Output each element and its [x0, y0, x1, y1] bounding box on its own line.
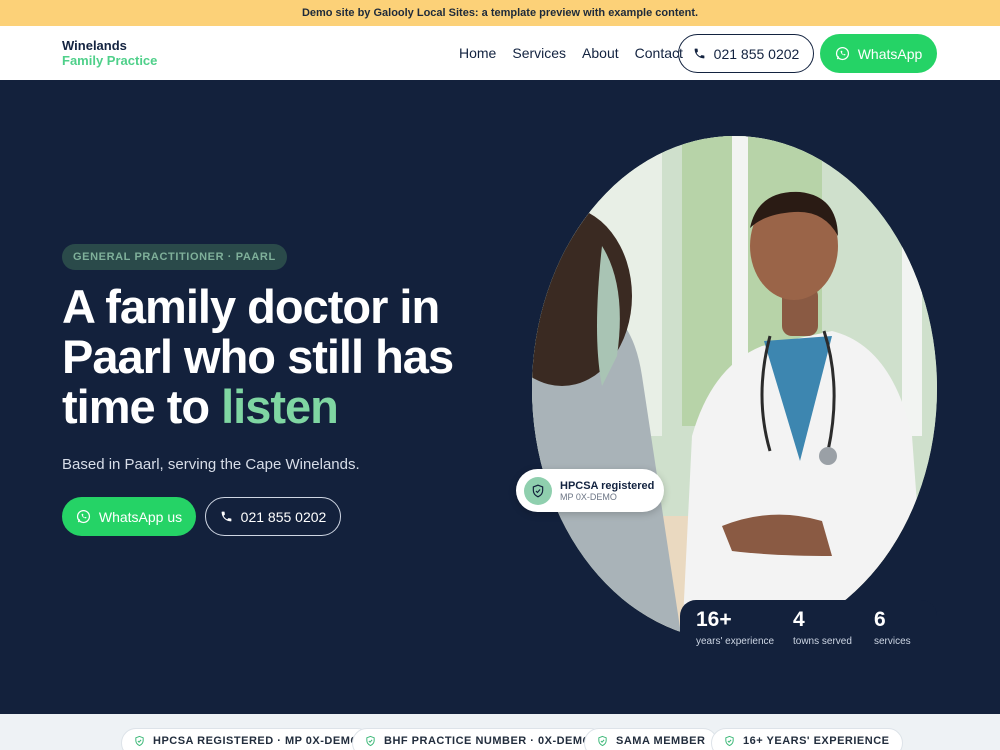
demo-banner: Demo site by Galooly Local Sites: a temp…	[0, 0, 1000, 26]
credential-title: HPCSA registered	[560, 479, 655, 492]
trust-badge-experience: 16+ YEARS' EXPERIENCE	[711, 728, 903, 750]
credential-subtitle: MP 0X-DEMO	[560, 491, 617, 502]
trust-badge-bhf: BHF PRACTICE NUMBER · 0X-DEMO	[352, 728, 605, 750]
trust-badge-label: 16+ YEARS' EXPERIENCE	[743, 735, 890, 747]
nav-phone-button[interactable]: 021 855 0202	[678, 34, 814, 73]
nav-link-about[interactable]: About	[582, 45, 619, 61]
hero-whatsapp-button[interactable]: WhatsApp us	[62, 497, 196, 536]
site-logo[interactable]: Winelands Family Practice	[62, 38, 157, 68]
hpcsa-credential-badge: HPCSA registered MP 0X-DEMO	[516, 469, 664, 512]
stat-services: 6 services	[874, 608, 911, 647]
stat-label: towns served	[793, 636, 852, 647]
trust-badge-label: SAMA MEMBER	[616, 735, 706, 747]
nav-phone-label: 021 855 0202	[713, 45, 800, 62]
nav-link-home[interactable]: Home	[459, 45, 496, 61]
top-navbar: Winelands Family Practice Home Services …	[0, 26, 1000, 80]
stat-experience: 16+ years' experience	[696, 608, 774, 647]
eyebrow-text: GENERAL PRACTITIONER · PAARL	[73, 251, 276, 263]
nav-whatsapp-button[interactable]: WhatsApp	[820, 34, 937, 73]
logo-line-2: Family Practice	[62, 53, 158, 68]
shield-check-icon	[365, 735, 376, 747]
stat-value: 4	[793, 608, 805, 631]
shield-check-icon	[597, 735, 608, 747]
phone-icon	[220, 510, 233, 523]
stat-label: years' experience	[696, 636, 775, 647]
shield-check-icon	[134, 735, 145, 747]
trust-badges-strip: HPCSA REGISTERED · MP 0X-DEMO BHF PRACTI…	[0, 714, 1000, 750]
stat-towns: 4 towns served	[793, 608, 852, 647]
trust-badge-label: BHF PRACTICE NUMBER · 0X-DEMO	[384, 735, 592, 747]
headline-accent: listen	[221, 380, 339, 433]
hero-whatsapp-label: WhatsApp us	[98, 508, 183, 525]
hero-phone-label: 021 855 0202	[240, 508, 327, 525]
nav-link-contact[interactable]: Contact	[635, 45, 683, 61]
stat-label: services	[874, 636, 911, 647]
trust-badge-sama: SAMA MEMBER	[584, 728, 719, 750]
hero-subtitle: Based in Paarl, serving the Cape Winelan…	[62, 456, 360, 473]
whatsapp-icon	[835, 46, 850, 61]
stat-value: 6	[874, 608, 886, 631]
hero-phone-button[interactable]: 021 855 0202	[205, 497, 341, 536]
stats-panel: 16+ years' experience 4 towns served 6 s…	[680, 600, 937, 666]
demo-banner-text: Demo site by Galooly Local Sites: a temp…	[301, 7, 699, 19]
shield-check-icon	[724, 735, 735, 747]
doctor-patient-photo	[532, 136, 937, 641]
shield-check-icon	[524, 476, 552, 505]
nav-whatsapp-label: WhatsApp	[857, 45, 923, 62]
logo-line-1: Winelands	[62, 38, 127, 53]
whatsapp-icon	[76, 509, 91, 524]
nav-link-services[interactable]: Services	[512, 45, 566, 61]
main-nav: Home Services About Contact	[459, 26, 699, 80]
stat-value: 16+	[696, 608, 732, 631]
trust-badge-label: HPCSA REGISTERED · MP 0X-DEMO	[153, 735, 360, 747]
hero-section: GENERAL PRACTITIONER · PAARL A family do…	[0, 80, 1000, 714]
hero-headline: A family doctor in Paarl who still has t…	[62, 282, 482, 432]
hero-eyebrow-tag: GENERAL PRACTITIONER · PAARL	[62, 244, 287, 270]
trust-badge-hpcsa: HPCSA REGISTERED · MP 0X-DEMO	[121, 728, 373, 750]
phone-icon	[693, 47, 706, 60]
